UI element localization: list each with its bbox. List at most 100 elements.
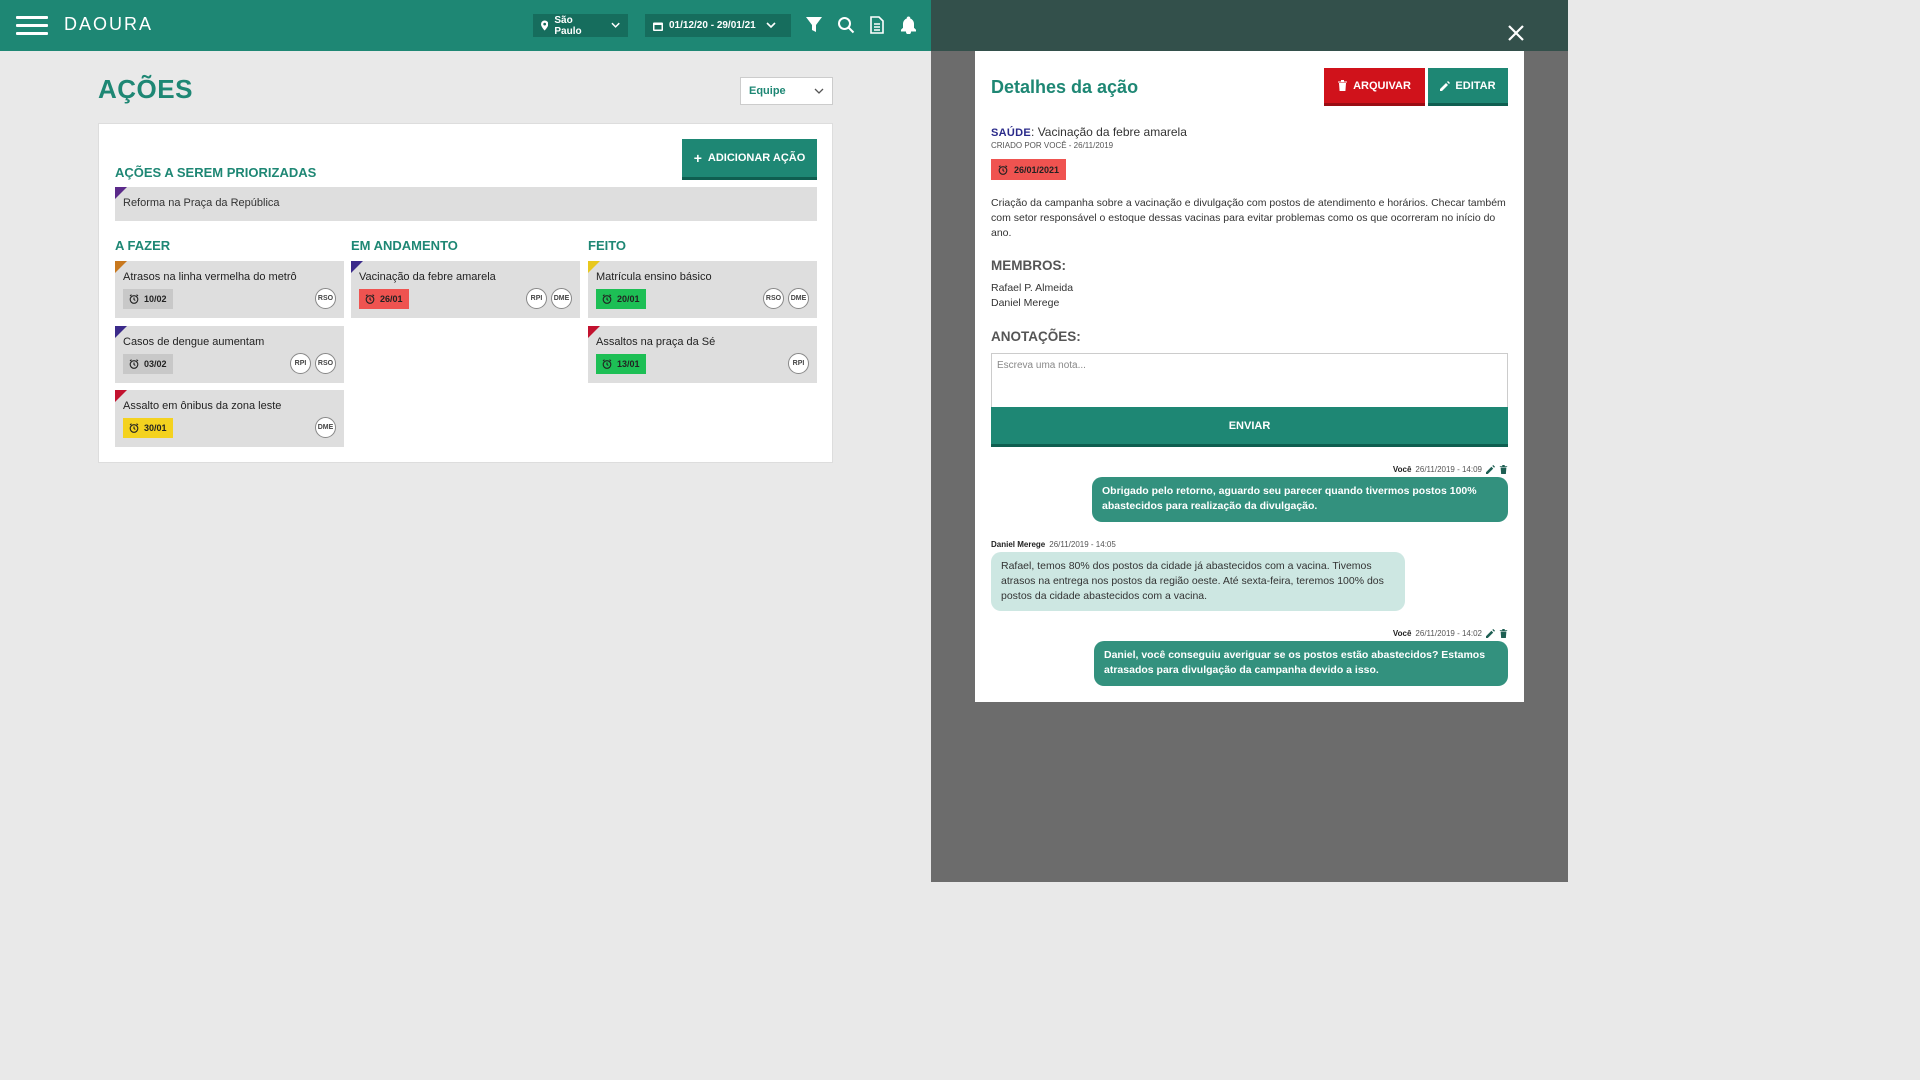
avatar[interactable]: DME (551, 288, 572, 309)
close-icon[interactable] (1505, 22, 1527, 44)
action-card[interactable]: Vacinação da febre amarela 26/01 RPI DME (351, 261, 580, 318)
alarm-clock-icon (129, 358, 139, 369)
app-logo[interactable]: DAOURA (64, 14, 153, 35)
avatar[interactable]: RPI (526, 288, 547, 309)
avatar[interactable]: RPI (788, 352, 809, 374)
action-name: Vacinação da febre amarela (1037, 125, 1187, 139)
pencil-icon[interactable] (1486, 629, 1495, 638)
edit-label: EDITAR (1455, 79, 1496, 92)
pencil-icon (1440, 80, 1451, 91)
add-action-label: ADICIONAR AÇÃO (707, 152, 806, 164)
card-title: Vacinação da febre amarela (359, 271, 496, 283)
team-filter-select[interactable]: Equipe (740, 77, 833, 105)
action-card[interactable]: Atrasos na linha vermelha do metrô 10/02 R… (115, 261, 344, 318)
alarm-clock-icon (602, 294, 612, 304)
send-button[interactable]: ENVIAR (991, 407, 1508, 447)
avatar[interactable]: RSO (315, 288, 336, 309)
priority-section-title: AÇÕES A SEREM PRIORIZADAS (115, 165, 317, 180)
member-item: Daniel Merege (991, 297, 1060, 309)
created-by: CRIADO POR VOCÊ - 26/11/2019 (991, 141, 1114, 150)
page-title: AÇÕES (98, 74, 193, 104)
trash-icon (1338, 80, 1348, 91)
card-due-date-label: 03/02 (144, 358, 167, 369)
modal-title: Detalhes da ação (991, 77, 1139, 97)
add-action-button[interactable]: + ADICIONAR AÇÃO (682, 139, 817, 180)
card-due-date-label: 10/02 (144, 294, 167, 304)
due-date-label: 26/01/2021 (1014, 164, 1060, 175)
avatar[interactable]: RSO (763, 288, 784, 309)
alarm-clock-icon (129, 294, 139, 304)
avatar[interactable]: DME (315, 417, 336, 438)
action-card[interactable]: Casos de dengue aumentam 03/02 RPI RSO (115, 325, 344, 383)
bell-icon[interactable] (900, 16, 920, 36)
action-category-line: SAÚDE: Vacinação da febre amarela (991, 125, 1187, 139)
main-content: AÇÕES Equipe + ADICIONAR AÇÃO AÇÕES A SE… (0, 51, 931, 882)
date-range-selector[interactable]: 01/12/20 - 29/01/21 (645, 14, 791, 37)
message-bubble: Rafael, temos 80% dos postos da cidade j… (991, 552, 1405, 611)
avatar[interactable]: DME (788, 288, 809, 309)
card-due-date: 20/01 (596, 289, 646, 309)
avatar[interactable]: RSO (315, 352, 336, 374)
action-card[interactable]: Assalto em ônibus da zona leste 30/01 DME (115, 390, 344, 447)
card-due-date-label: 20/01 (617, 294, 640, 304)
card-due-date: 03/02 (123, 353, 173, 374)
card-members: RSO (315, 288, 336, 309)
location-label: São Paulo (554, 14, 582, 37)
date-range-label: 01/12/20 - 29/01/21 (669, 20, 756, 31)
card-title: Casos de dengue aumentam (123, 335, 265, 348)
alarm-clock-icon (129, 423, 139, 433)
note-input[interactable]: Escreva uma nota... (991, 353, 1508, 408)
trash-icon[interactable] (1499, 465, 1508, 474)
document-icon[interactable] (869, 16, 889, 36)
priority-item[interactable]: Reforma na Praça da República (115, 187, 817, 221)
due-date-badge: 26/01/2021 (991, 159, 1067, 180)
card-due-date: 10/02 (123, 289, 173, 309)
avatar[interactable]: RPI (290, 352, 311, 374)
card-members: DME (315, 417, 336, 438)
category-tag-icon (115, 187, 127, 199)
plus-icon: + (693, 150, 702, 166)
action-card[interactable]: Matrícula ensino básico 20/01 RSO DME (588, 261, 817, 318)
message-meta: Você 26/11/2019 - 14:02 (1393, 629, 1508, 638)
archive-button[interactable]: ARQUIVAR (1324, 68, 1425, 106)
priority-item-label: Reforma na Praça da República (123, 197, 280, 209)
message-time: 26/11/2019 - 14:02 (1415, 629, 1482, 638)
menu-icon[interactable] (16, 16, 48, 36)
card-members: RPI (788, 352, 809, 374)
column-title: A FAZER (115, 238, 171, 253)
search-icon[interactable] (837, 16, 857, 36)
message-meta: Daniel Merege 26/11/2019 - 14:05 (991, 540, 1116, 549)
calendar-icon (653, 22, 663, 31)
members-title: MEMBROS: (991, 258, 1066, 273)
card-due-date: 30/01 (123, 418, 173, 438)
message-bubble: Obrigado pelo retorno, aguardo seu parec… (1092, 477, 1508, 522)
chevron-down-icon (814, 88, 824, 94)
alarm-clock-icon (365, 294, 375, 304)
alarm-clock-icon (602, 358, 612, 369)
trash-icon[interactable] (1499, 629, 1508, 638)
edit-button[interactable]: EDITAR (1428, 68, 1508, 106)
card-due-date: 13/01 (596, 353, 646, 374)
card-title: Assalto em ônibus da zona leste (123, 400, 282, 412)
card-due-date-label: 26/01 (380, 294, 403, 304)
column-title: FEITO (588, 238, 627, 253)
message-time: 26/11/2019 - 14:05 (1049, 540, 1116, 549)
card-due-date-label: 13/01 (617, 358, 640, 369)
action-card[interactable]: Assaltos na praça da Sé 13/01 RPI (588, 325, 817, 383)
card-due-date-label: 30/01 (144, 423, 167, 433)
pencil-icon[interactable] (1486, 465, 1495, 474)
message-author: Você (1392, 465, 1412, 474)
column-title: EM ANDAMENTO (351, 238, 458, 253)
member-item: Rafael P. Almeida (991, 282, 1074, 294)
map-pin-icon (541, 20, 549, 31)
filter-icon[interactable] (805, 16, 825, 36)
alarm-clock-icon (998, 164, 1008, 175)
location-selector[interactable]: São Paulo (533, 14, 628, 37)
actions-panel: + ADICIONAR AÇÃO AÇÕES A SEREM PRIORIZAD… (98, 123, 833, 463)
category-label: SAÚDE (991, 127, 1032, 139)
chevron-down-icon (766, 22, 776, 29)
team-filter-label: Equipe (749, 85, 786, 97)
message-bubble: Daniel, você conseguiu averiguar se os p… (1094, 641, 1508, 686)
message-author: Daniel Merege (991, 540, 1046, 549)
message-author: Você (1392, 629, 1412, 638)
